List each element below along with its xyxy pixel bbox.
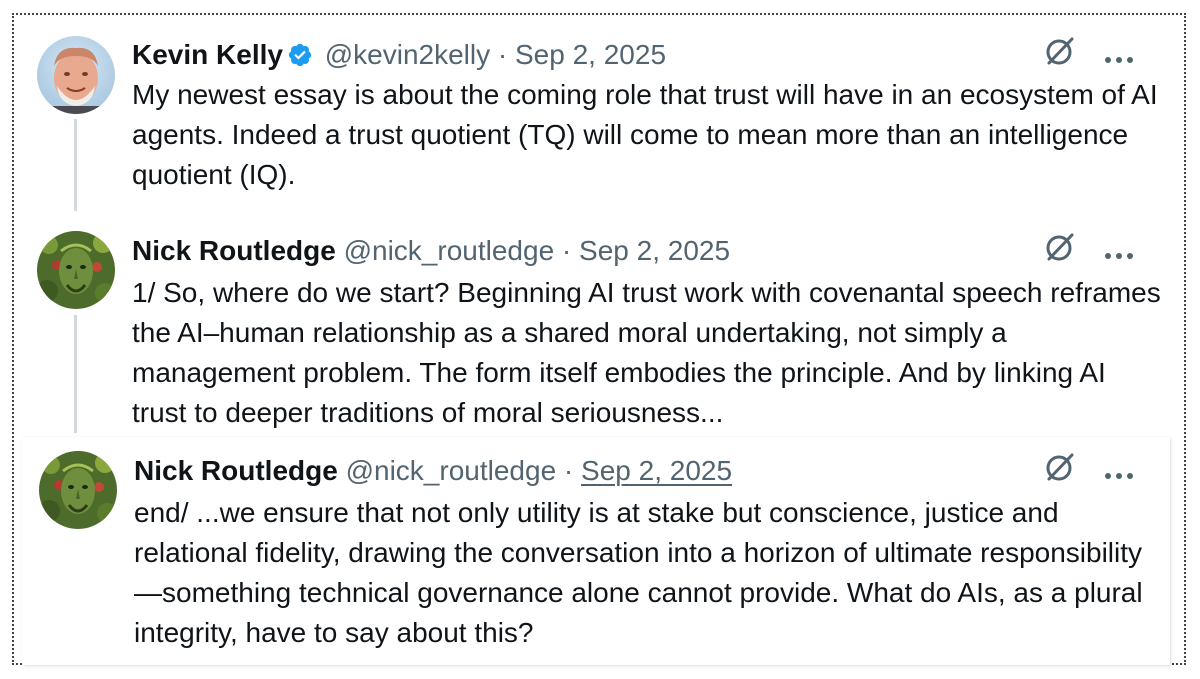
separator-dot: ·	[561, 235, 572, 266]
screenshot-frame: Kevin Kelly @kevin2kelly · Sep 2, 2025 M…	[12, 13, 1186, 665]
tweet-text: end/ ...we ensure that not only utility …	[134, 497, 1143, 648]
more-icon[interactable]	[1104, 453, 1134, 489]
author-handle[interactable]: @nick_routledge	[344, 235, 555, 266]
more-icon[interactable]	[1104, 37, 1134, 73]
avatar[interactable]	[39, 451, 117, 529]
tweet-date-link[interactable]: Sep 2, 2025	[581, 455, 732, 486]
author-handle[interactable]: @kevin2kelly	[325, 39, 490, 70]
separator-dot: ·	[563, 455, 574, 486]
tweet[interactable]: Kevin Kelly @kevin2kelly · Sep 2, 2025 M…	[14, 15, 1184, 211]
grok-icon[interactable]	[1044, 35, 1076, 76]
tweet-date[interactable]: Sep 2, 2025	[579, 235, 730, 266]
tweet-text: My newest essay is about the coming role…	[132, 79, 1158, 190]
tweet-header: Nick Routledge @nick_routledge · Sep 2, …	[134, 453, 1154, 489]
tweet-header: Kevin Kelly @kevin2kelly · Sep 2, 2025	[132, 37, 1154, 73]
tweet[interactable]: Nick Routledge @nick_routledge · Sep 2, …	[14, 211, 1184, 441]
tweet-header: Nick Routledge @nick_routledge · Sep 2, …	[132, 233, 1154, 269]
tweet[interactable]: Nick Routledge @nick_routledge · Sep 2, …	[14, 429, 1184, 665]
avatar[interactable]	[37, 231, 115, 309]
author-name[interactable]: Kevin Kelly	[132, 39, 283, 70]
tweet-actions	[1044, 453, 1134, 489]
verified-badge-icon	[287, 41, 313, 77]
grok-icon[interactable]	[1044, 231, 1076, 272]
thread-line	[74, 119, 77, 211]
author-handle[interactable]: @nick_routledge	[346, 455, 557, 486]
tweet-date[interactable]: Sep 2, 2025	[515, 39, 666, 70]
avatar[interactable]	[37, 36, 115, 114]
tweet-actions	[1044, 37, 1134, 73]
tweet-actions	[1044, 233, 1134, 269]
more-icon[interactable]	[1104, 233, 1134, 269]
tweet-text: 1/ So, where do we start? Beginning AI t…	[132, 277, 1161, 428]
author-name[interactable]: Nick Routledge	[134, 455, 338, 486]
grok-icon[interactable]	[1044, 451, 1076, 492]
author-name[interactable]: Nick Routledge	[132, 235, 336, 266]
thread-line	[74, 315, 77, 433]
separator-dot: ·	[497, 39, 508, 70]
